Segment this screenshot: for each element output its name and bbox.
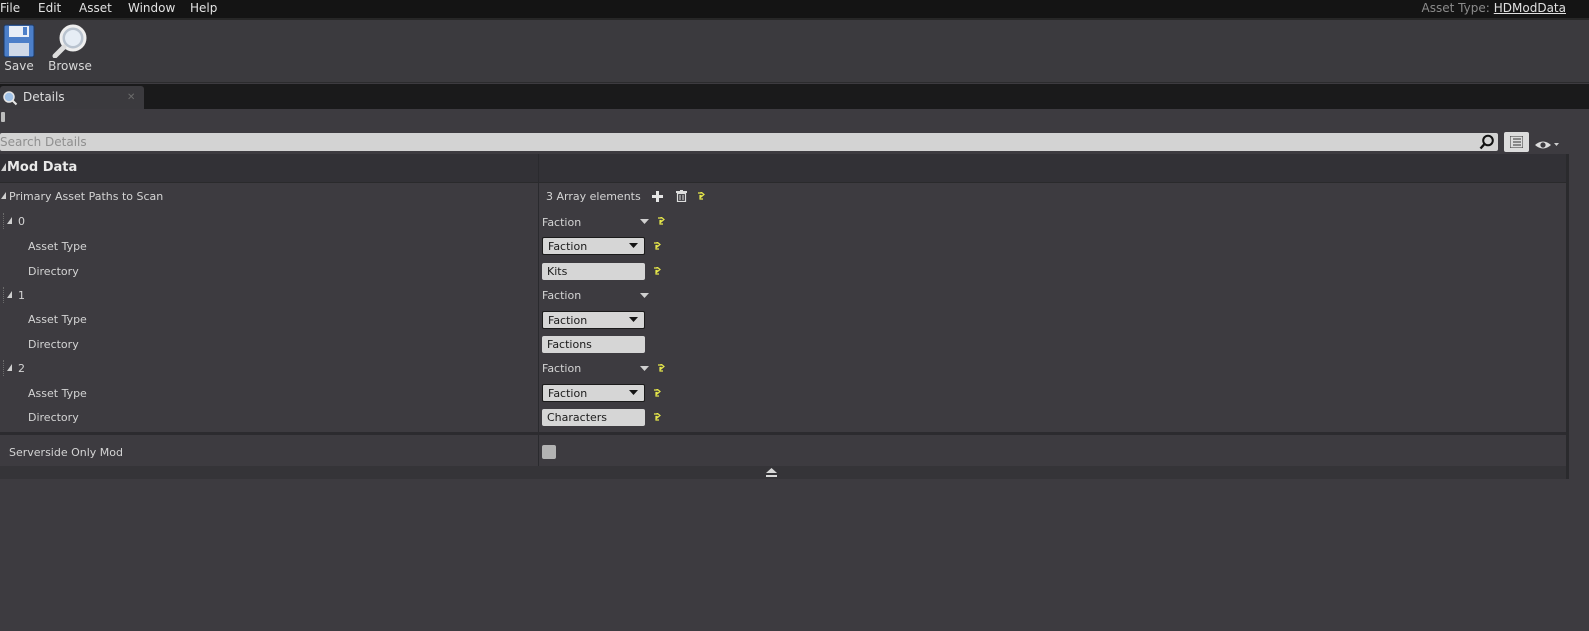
array-element-row: 1 <box>0 283 1566 307</box>
section-separator <box>0 432 1566 435</box>
save-label: Save <box>4 59 34 73</box>
directory-row: Directory <box>0 405 1566 429</box>
pin-icon[interactable] <box>1 112 5 122</box>
array-element-row: 0 <box>0 209 1566 233</box>
menu-window[interactable]: Window <box>128 0 175 17</box>
primary-asset-paths-row: Primary Asset Paths to Scan <box>0 184 1566 208</box>
eye-icon <box>1535 141 1559 149</box>
view-options-button[interactable] <box>1534 136 1560 155</box>
category-label: Mod Data <box>7 160 78 175</box>
chevron-down-icon[interactable] <box>640 366 649 371</box>
asset-type-row: Asset Type <box>0 307 1566 331</box>
reset-icon[interactable] <box>653 389 661 397</box>
plus-icon[interactable] <box>652 191 663 202</box>
chevron-down-icon[interactable] <box>640 293 649 298</box>
tab-strip: Details ✕ <box>0 84 1589 109</box>
asset-type-dropdown[interactable]: Faction <box>542 311 645 329</box>
expand-arrow-icon[interactable] <box>7 364 13 371</box>
chevron-down-icon <box>629 243 638 248</box>
dropdown-value: Faction <box>548 314 588 327</box>
chevron-down-icon <box>629 390 638 395</box>
array-elements-count: 3 Array elements <box>546 190 641 203</box>
list-view-icon <box>1510 136 1523 148</box>
search-bar <box>0 133 1498 151</box>
asset-type-label: Asset Type <box>28 313 87 326</box>
asset-type-dropdown[interactable]: Faction <box>542 237 645 255</box>
trash-icon[interactable] <box>676 190 687 202</box>
menu-help[interactable]: Help <box>190 0 217 17</box>
asset-type-label: Asset Type: <box>1421 1 1490 15</box>
reset-icon[interactable] <box>697 192 705 200</box>
list-view-button[interactable] <box>1504 132 1529 152</box>
directory-input[interactable]: Characters <box>542 409 645 426</box>
tree-line <box>3 360 5 376</box>
details-scrollbar[interactable] <box>1566 154 1569 479</box>
browse-button[interactable]: Browse <box>45 24 95 80</box>
browse-icon <box>52 24 87 58</box>
directory-row: Directory <box>0 332 1566 356</box>
directory-input[interactable]: Factions <box>542 336 645 353</box>
directory-label: Directory <box>28 265 79 278</box>
menu-asset[interactable]: Asset <box>79 0 112 17</box>
asset-type-indicator: Asset Type: HDModData <box>1422 0 1566 17</box>
toolbar: Save Browse <box>0 20 1589 83</box>
reset-icon[interactable] <box>657 364 665 372</box>
serverside-only-checkbox[interactable] <box>542 445 556 459</box>
element-header-value[interactable]: Faction <box>542 289 581 302</box>
reset-icon[interactable] <box>653 242 661 250</box>
search-input[interactable] <box>0 133 1470 151</box>
element-index: 0 <box>18 215 25 228</box>
asset-type-label: Asset Type <box>28 387 87 400</box>
expand-arrow-icon[interactable] <box>7 291 13 298</box>
tab-details-label: Details <box>23 90 65 104</box>
array-element-row: 2 <box>0 356 1566 380</box>
element-index: 2 <box>18 362 25 375</box>
reset-icon[interactable] <box>653 413 661 421</box>
tree-line <box>3 287 5 303</box>
browse-label: Browse <box>48 59 92 73</box>
element-header-value[interactable]: Faction <box>542 362 581 375</box>
save-button[interactable]: Save <box>0 24 44 80</box>
save-icon <box>3 24 35 58</box>
element-index: 1 <box>18 289 25 302</box>
expand-arrow-icon[interactable] <box>1 192 7 199</box>
tree-line <box>3 213 5 229</box>
collapse-icon[interactable] <box>766 468 777 477</box>
asset-type-link[interactable]: HDModData <box>1494 1 1566 15</box>
tab-close-icon[interactable]: ✕ <box>127 86 135 109</box>
asset-type-label: Asset Type <box>28 240 87 253</box>
chevron-down-icon[interactable] <box>640 219 649 224</box>
directory-value: Characters <box>547 411 608 424</box>
directory-input[interactable]: Kits <box>542 263 645 280</box>
menu-bar: File Edit Asset Window Help Asset Type: H… <box>0 0 1589 20</box>
directory-label: Directory <box>28 411 79 424</box>
advanced-toggle-bar[interactable] <box>0 466 1566 479</box>
reset-icon[interactable] <box>657 217 665 225</box>
dropdown-value: Faction <box>548 240 588 253</box>
chevron-down-icon <box>629 317 638 322</box>
menu-edit[interactable]: Edit <box>38 0 61 17</box>
asset-type-dropdown[interactable]: Faction <box>542 384 645 402</box>
dropdown-value: Faction <box>548 387 588 400</box>
serverside-only-label: Serverside Only Mod <box>9 446 124 459</box>
tab-details[interactable]: Details ✕ <box>0 86 144 109</box>
directory-value: Factions <box>547 338 592 351</box>
reset-icon[interactable] <box>653 267 661 275</box>
primary-asset-paths-label: Primary Asset Paths to Scan <box>9 190 164 203</box>
category-mod-data[interactable]: Mod Data <box>0 154 1566 183</box>
directory-row: Directory <box>0 259 1566 283</box>
directory-value: Kits <box>547 265 568 278</box>
menu-file[interactable]: File <box>0 0 20 17</box>
asset-type-row: Asset Type <box>0 234 1566 258</box>
details-icon <box>3 91 18 106</box>
directory-label: Directory <box>28 338 79 351</box>
search-icon[interactable] <box>1479 134 1495 150</box>
asset-type-row: Asset Type <box>0 381 1566 405</box>
expand-arrow-icon[interactable] <box>7 217 13 224</box>
serverside-only-row: Serverside Only Mod <box>0 437 1566 465</box>
element-header-value[interactable]: Faction <box>542 216 581 229</box>
